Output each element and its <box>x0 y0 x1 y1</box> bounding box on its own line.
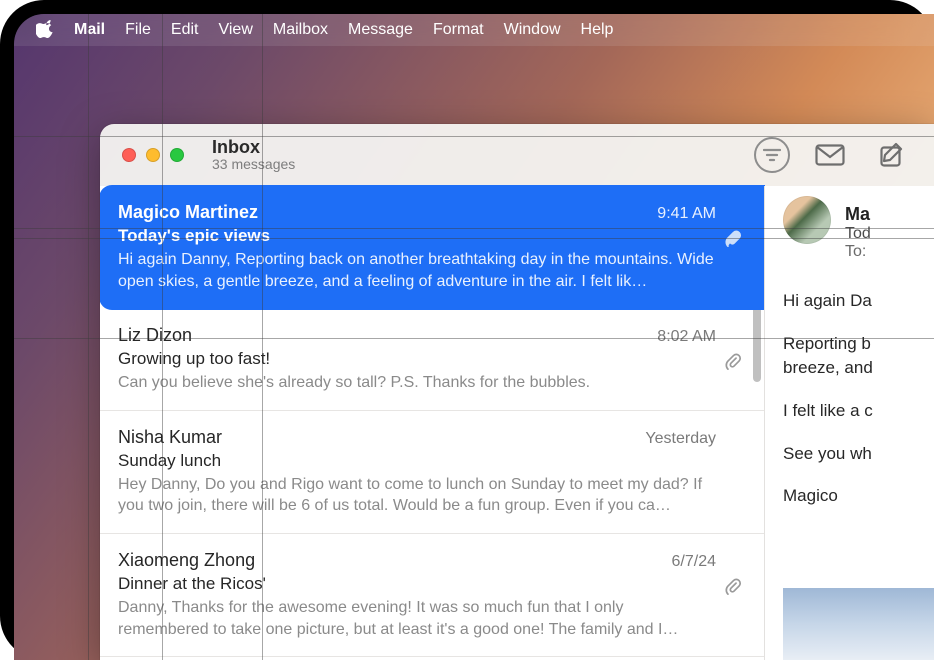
reader-subject: Tod <box>845 225 934 243</box>
window-zoom-button[interactable] <box>170 148 184 162</box>
menu-format[interactable]: Format <box>433 21 484 39</box>
menubar: Mail File Edit View Mailbox Message Form… <box>14 14 934 46</box>
window-close-button[interactable] <box>122 148 136 162</box>
message-subject: Growing up too fast! <box>118 349 716 369</box>
mailbox-title: Inbox <box>212 138 295 157</box>
message-row[interactable]: Liz Dizon 8:02 AM Growing up too fast! C… <box>100 309 764 411</box>
menu-message[interactable]: Message <box>348 21 413 39</box>
message-subject: Today's epic views <box>118 226 716 246</box>
attachment-icon <box>725 353 742 372</box>
message-sender: Nisha Kumar <box>118 427 222 448</box>
attachment-icon <box>725 230 742 249</box>
menu-file[interactable]: File <box>125 21 151 39</box>
attachment-icon <box>725 578 742 597</box>
mail-window: Inbox 33 messages <box>100 124 934 660</box>
apple-menu-icon[interactable] <box>36 20 54 40</box>
filter-button[interactable] <box>754 137 790 173</box>
menu-help[interactable]: Help <box>581 21 614 39</box>
message-subject: Sunday lunch <box>118 451 716 471</box>
message-preview: Can you believe she's already so tall? P… <box>118 372 716 394</box>
message-row[interactable]: Nisha Kumar Yesterday Sunday lunch Hey D… <box>100 411 764 534</box>
message-sender: Xiaomeng Zhong <box>118 550 255 571</box>
app-name[interactable]: Mail <box>74 21 105 39</box>
reader-sender: Ma <box>845 204 934 225</box>
mailbox-subtitle: 33 messages <box>212 156 295 172</box>
message-preview: Hi again Danny, Reporting back on anothe… <box>118 249 716 292</box>
reader-body: Hi again Da Reporting b breeze, and I fe… <box>783 289 934 509</box>
message-preview: Hey Danny, Do you and Rigo want to come … <box>118 474 716 517</box>
message-time: 6/7/24 <box>672 553 716 571</box>
toolbar: Inbox 33 messages <box>100 124 934 186</box>
message-list[interactable]: Magico Martinez 9:41 AM Today's epic vie… <box>100 186 764 660</box>
menu-view[interactable]: View <box>218 21 252 39</box>
message-sender: Liz Dizon <box>118 325 192 346</box>
message-row[interactable]: Xiaomeng Zhong 6/7/24 Dinner at the Rico… <box>100 534 764 657</box>
message-reader: Ma Tod To: Hi again Da Reporting b breez… <box>764 186 934 660</box>
compose-button[interactable] <box>872 142 912 168</box>
message-time: Yesterday <box>645 430 716 448</box>
menu-edit[interactable]: Edit <box>171 21 199 39</box>
window-minimize-button[interactable] <box>146 148 160 162</box>
message-sender: Magico Martinez <box>118 202 258 223</box>
reader-to: To: <box>845 243 934 261</box>
guide-line <box>88 14 89 660</box>
attachment-thumbnail[interactable] <box>783 588 934 660</box>
sender-avatar <box>783 196 831 244</box>
menu-window[interactable]: Window <box>504 21 561 39</box>
menu-mailbox[interactable]: Mailbox <box>273 21 328 39</box>
message-time: 9:41 AM <box>657 205 716 223</box>
message-preview: Danny, Thanks for the awesome evening! I… <box>118 597 716 640</box>
inbox-icon[interactable] <box>810 144 850 166</box>
message-time: 8:02 AM <box>657 328 716 346</box>
message-row[interactable]: Magico Martinez 9:41 AM Today's epic vie… <box>100 186 764 309</box>
message-subject: Dinner at the Ricos' <box>118 574 716 594</box>
